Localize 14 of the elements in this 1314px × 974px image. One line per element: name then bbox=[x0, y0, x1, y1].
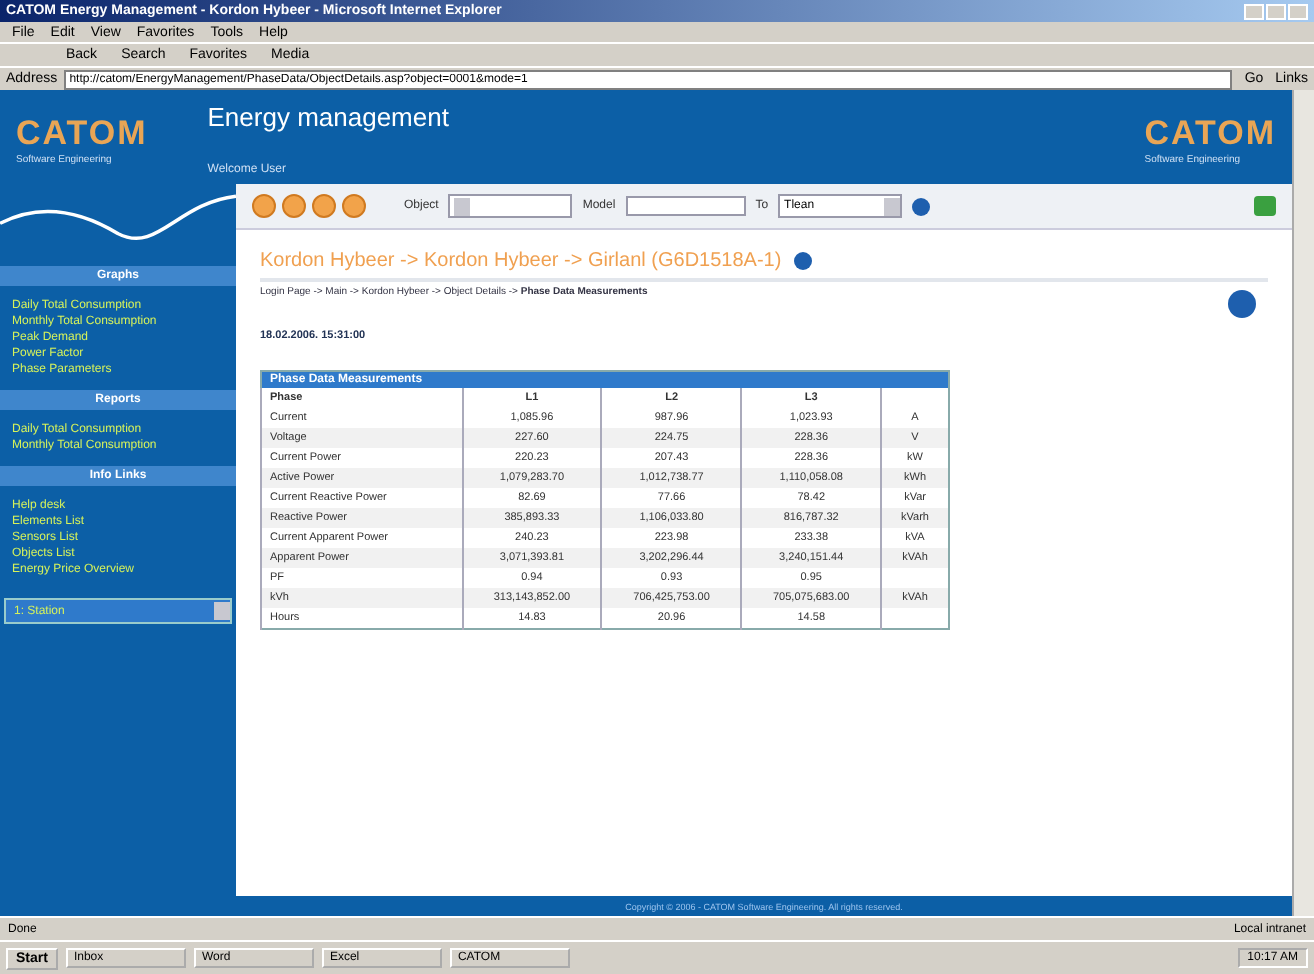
close-button[interactable] bbox=[1288, 3, 1308, 19]
model-field[interactable] bbox=[625, 196, 746, 216]
toolbar-icon[interactable] bbox=[342, 194, 366, 218]
logo: CATOM bbox=[16, 114, 148, 154]
object-select[interactable] bbox=[448, 194, 573, 218]
logo: CATOM bbox=[1144, 114, 1276, 154]
toolbar-icon[interactable] bbox=[312, 194, 336, 218]
minimize-button[interactable] bbox=[1244, 3, 1264, 19]
scrollbar[interactable] bbox=[1292, 90, 1314, 916]
toolbar-icon[interactable] bbox=[282, 194, 306, 218]
toolbar-icon[interactable] bbox=[252, 194, 276, 218]
object-heading: Kordon Hybeer -> Kordon Hybeer -> Girlanl (G6D1518A-1) bbox=[260, 250, 782, 272]
page-title: Energy management bbox=[207, 102, 451, 132]
maximize-button[interactable] bbox=[1266, 3, 1286, 19]
